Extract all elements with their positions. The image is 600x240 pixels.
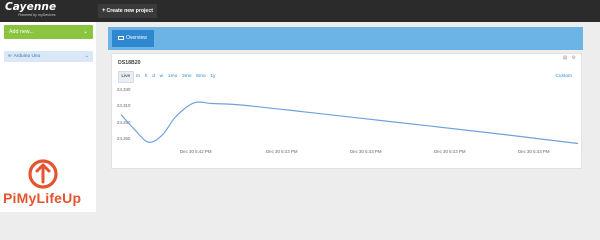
series-line: [120, 101, 579, 145]
sidebar-item-arduino-uno[interactable]: ∞ Arduino Uno ⌄: [4, 51, 93, 62]
top-bar: Cayenne Powered by myDevices +Create new…: [0, 0, 600, 22]
chevron-down-icon: ⌄: [82, 29, 88, 35]
x-tick-label: Dec 30 5:43 PM: [266, 149, 298, 154]
dashboard-icon: [118, 35, 124, 40]
add-new-label: Add new...: [9, 29, 34, 35]
brand-logo[interactable]: Cayenne: [5, 1, 56, 13]
y-tick-label: 24.260: [117, 136, 131, 141]
x-tick-label: Dec 30 5:43 PM: [518, 149, 550, 154]
create-project-button[interactable]: +Create new project: [98, 4, 157, 18]
sensor-widget: DS18B20 ▤ ⚙ Live m h d w 1mo 3mo 6mo 1y Custom 24…: [111, 53, 582, 169]
link-icon: ∞: [8, 53, 12, 59]
y-tick-label: 24.340: [117, 87, 131, 92]
tab-overview[interactable]: Overview: [112, 30, 154, 47]
footer-logo-text: PiMyLifeUp: [3, 190, 82, 206]
chevron-down-icon[interactable]: ⌄: [85, 51, 89, 62]
tab-overview-label: Overview: [126, 35, 147, 41]
add-new-button[interactable]: Add new... ⌄: [4, 25, 93, 39]
temperature-chart: 24.34024.31024.28024.260Dec 30 5:42 PM De…: [117, 87, 579, 154]
x-tick-label: Dec 30 5:43 PM: [350, 149, 382, 154]
create-project-label: Create new project: [106, 8, 153, 14]
device-label: Arduino Uno: [13, 54, 41, 59]
overview-header: Overview: [108, 27, 583, 50]
plus-icon: +: [102, 8, 106, 14]
brand-subtitle: Powered by myDevices: [18, 13, 56, 17]
x-tick-label: Dec 30 5:42 PM: [180, 149, 212, 154]
x-tick-label: Dec 30 5:43 PM: [434, 149, 466, 154]
raspberry-logo: [28, 159, 58, 189]
y-tick-label: 24.310: [117, 103, 131, 108]
